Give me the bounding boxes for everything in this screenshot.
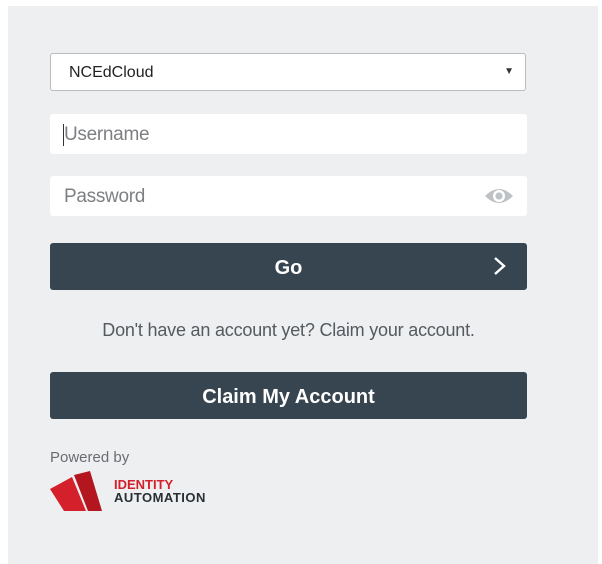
password-field[interactable]: Password bbox=[50, 176, 527, 216]
go-button[interactable]: Go bbox=[50, 243, 527, 290]
claim-button-label: Claim My Account bbox=[202, 386, 375, 408]
go-button-label: Go bbox=[274, 257, 303, 279]
username-placeholder: Username bbox=[64, 124, 150, 145]
claim-my-account-button[interactable]: Claim My Account bbox=[50, 372, 527, 419]
brand-line2: AUTOMATION bbox=[114, 490, 206, 505]
identity-automation-logo-icon bbox=[50, 471, 102, 511]
organization-select-value: NCEdCloud bbox=[69, 64, 154, 81]
claim-account-prompt: Don't have an account yet? Claim your ac… bbox=[102, 320, 475, 340]
organization-select[interactable]: NCEdCloud ▼ bbox=[50, 53, 526, 91]
powered-by-label: Powered by bbox=[50, 449, 130, 466]
eye-icon[interactable] bbox=[484, 186, 514, 206]
username-field[interactable]: Username bbox=[50, 114, 527, 154]
password-placeholder: Password bbox=[64, 186, 146, 207]
caret-down-icon: ▼ bbox=[504, 66, 514, 77]
brand-wordmark: IDENTITY AUTOMATION bbox=[114, 478, 206, 504]
chevron-right-icon bbox=[494, 257, 506, 275]
